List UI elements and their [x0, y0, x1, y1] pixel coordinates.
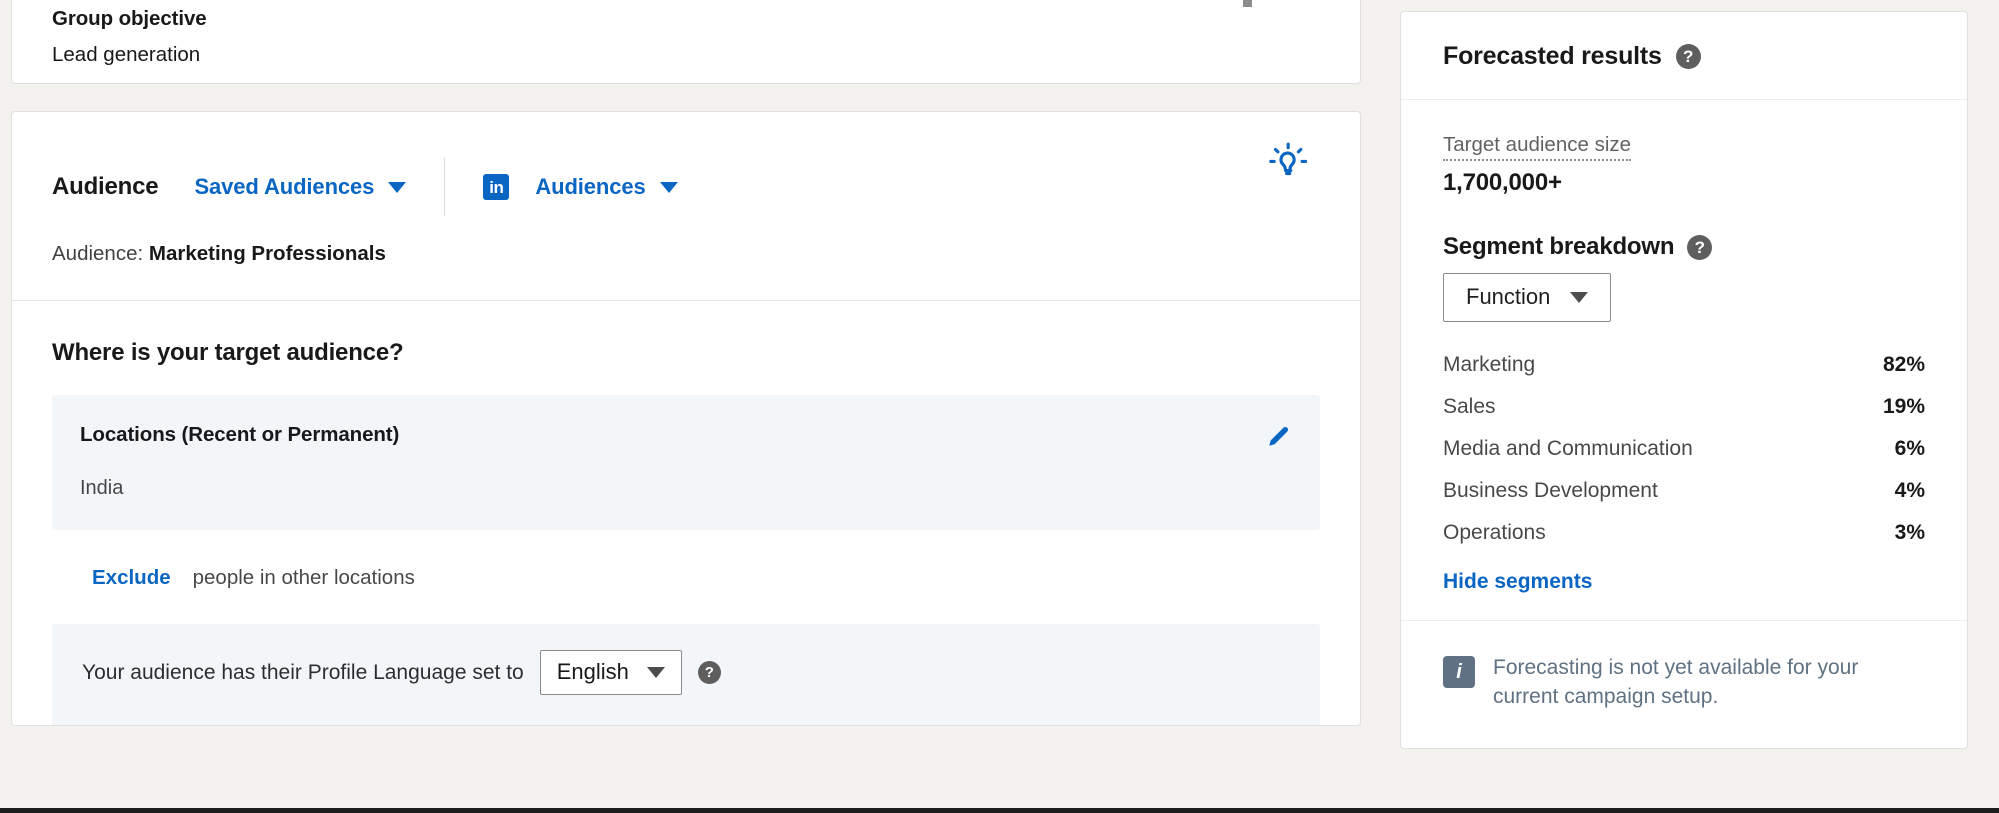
chevron-down-icon	[647, 667, 665, 678]
segment-breakdown-help-icon[interactable]: ?	[1687, 235, 1712, 260]
segment-percentage: 19%	[1883, 395, 1925, 419]
exclude-description: people in other locations	[193, 566, 415, 590]
info-icon: i	[1443, 656, 1475, 688]
forecast-notice: i Forecasting is not yet available for y…	[1401, 620, 1967, 748]
segment-percentage: 6%	[1895, 437, 1925, 461]
group-objective-card: Group objective Lead generation	[11, 0, 1361, 84]
segment-breakdown-select[interactable]: Function	[1443, 273, 1611, 322]
segment-percentage: 4%	[1895, 479, 1925, 503]
group-objective-inner: Group objective Lead generation	[12, 0, 1360, 69]
hide-segments-link[interactable]: Hide segments	[1443, 570, 1592, 594]
exclude-row: Exclude people in other locations	[12, 530, 1360, 624]
group-objective-title: Group objective	[52, 5, 1320, 33]
saved-audiences-dropdown[interactable]: Saved Audiences	[194, 174, 406, 200]
profile-language-help-icon[interactable]: ?	[698, 661, 721, 684]
target-audience-size-value: 1,700,000+	[1443, 169, 1925, 197]
linkedin-icon: in	[483, 174, 509, 200]
selected-audience-prefix: Audience:	[52, 242, 143, 265]
audience-insights-button[interactable]	[1268, 142, 1312, 186]
segment-name: Media and Communication	[1443, 437, 1693, 461]
segment-row: Media and Communication 6%	[1443, 428, 1925, 470]
segment-percentage: 82%	[1883, 353, 1925, 377]
segment-row: Sales 19%	[1443, 386, 1925, 428]
forecasted-results-header: Forecasted results ?	[1401, 12, 1967, 100]
audiences-dropdown[interactable]: in Audiences	[483, 174, 677, 200]
selected-audience-name: Marketing Professionals	[149, 242, 386, 265]
segment-breakdown-select-value: Function	[1466, 284, 1550, 310]
forecasted-results-body: Target audience size 1,700,000+ Segment …	[1401, 100, 1967, 620]
audience-header-row: Audience Saved Audiences in Audiences	[12, 112, 1360, 216]
chevron-down-icon	[660, 182, 678, 193]
locations-value: India	[80, 477, 1290, 500]
clipped-top-fragment	[1243, 0, 1252, 7]
locations-title: Locations (Recent or Permanent)	[80, 423, 1290, 447]
left-column: Group objective Lead generation Audience…	[11, 0, 1361, 726]
selected-audience-row: Audience: Marketing Professionals	[12, 216, 1360, 300]
segment-row: Business Development 4%	[1443, 470, 1925, 512]
forecasted-results-help-icon[interactable]: ?	[1676, 44, 1701, 69]
chevron-down-icon	[1570, 292, 1588, 303]
audiences-label: Audiences	[535, 174, 645, 200]
viewport-bottom-bar	[0, 808, 1999, 813]
locations-panel: Locations (Recent or Permanent) India	[52, 395, 1320, 530]
segment-row: Marketing 82%	[1443, 344, 1925, 386]
pencil-icon	[1264, 439, 1294, 454]
forecasted-results-card: Forecasted results ? Target audience siz…	[1400, 11, 1968, 749]
segment-row: Operations 3%	[1443, 512, 1925, 554]
segment-name: Sales	[1443, 395, 1496, 419]
profile-language-row: Your audience has their Profile Language…	[52, 624, 1320, 725]
chevron-down-icon	[388, 182, 406, 193]
group-objective-value: Lead generation	[52, 40, 1320, 70]
saved-audiences-label: Saved Audiences	[194, 174, 374, 200]
audience-card: Audience Saved Audiences in Audiences	[11, 111, 1361, 726]
right-column: Forecasted results ? Target audience siz…	[1400, 11, 1968, 749]
edit-locations-button[interactable]	[1264, 421, 1294, 451]
segment-name: Operations	[1443, 521, 1546, 545]
target-audience-size-label[interactable]: Target audience size	[1443, 133, 1631, 161]
profile-language-prefix: Your audience has their Profile Language…	[82, 661, 524, 685]
forecasted-results-title: Forecasted results	[1443, 42, 1662, 71]
forecast-notice-text: Forecasting is not yet available for you…	[1493, 653, 1883, 712]
header-divider	[444, 158, 445, 216]
target-audience-question: Where is your target audience?	[12, 301, 1360, 395]
lightbulb-icon	[1268, 174, 1312, 189]
profile-language-select[interactable]: English	[540, 650, 682, 695]
segment-breakdown-list: Marketing 82% Sales 19% Media and Communicat…	[1443, 344, 1925, 554]
target-audience-size-block: Target audience size 1,700,000+	[1443, 133, 1925, 197]
audience-label: Audience	[52, 173, 158, 201]
segment-name: Business Development	[1443, 479, 1658, 503]
exclude-link[interactable]: Exclude	[92, 566, 171, 590]
segment-name: Marketing	[1443, 353, 1535, 377]
linkedin-campaign-audience-page: Group objective Lead generation Audience…	[0, 0, 1999, 813]
segment-breakdown-header: Segment breakdown ?	[1443, 233, 1925, 261]
segment-percentage: 3%	[1895, 521, 1925, 545]
segment-breakdown-title: Segment breakdown	[1443, 233, 1674, 261]
profile-language-value: English	[557, 659, 629, 685]
